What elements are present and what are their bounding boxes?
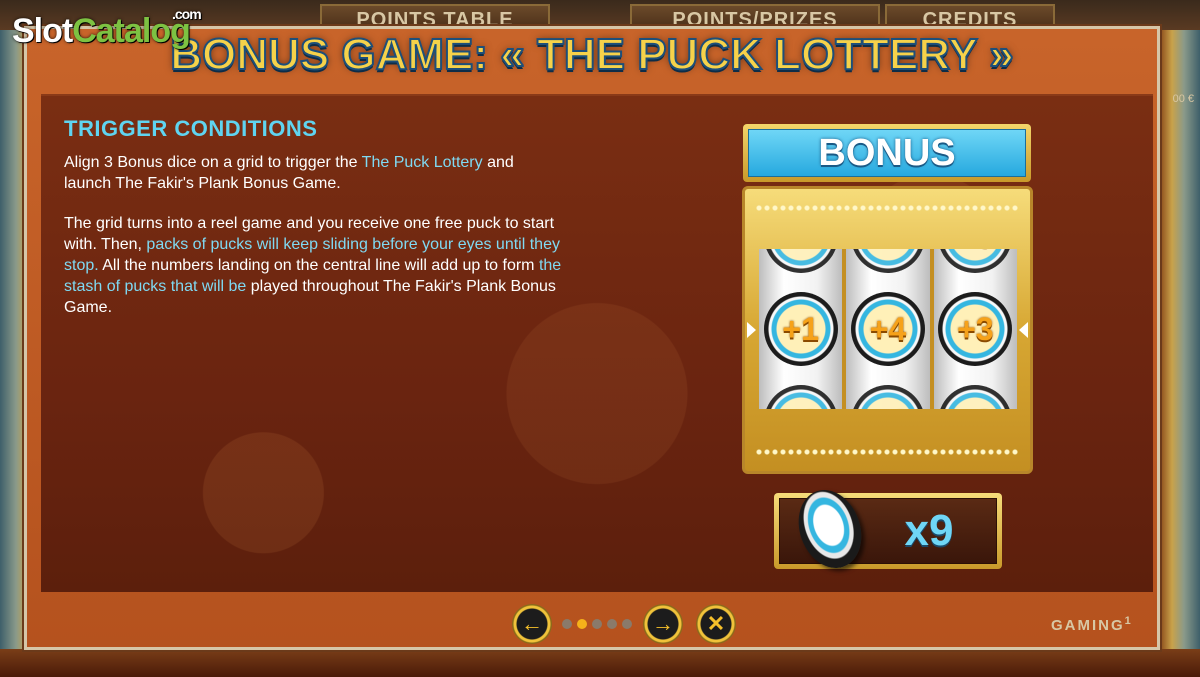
paragraph-text: Align 3 Bonus dice on a grid to trigger … xyxy=(64,154,362,171)
reel-window: +1 +1 +1 +4 +4 +4 +3 +3 +3 xyxy=(759,249,1017,409)
brand-name: GAMING xyxy=(1051,617,1125,634)
next-page-button[interactable]: → xyxy=(643,604,683,644)
paragraph-highlight: The Puck Lottery xyxy=(361,154,483,171)
previous-page-button[interactable]: ← xyxy=(512,604,552,644)
game-bottom-bar xyxy=(0,649,1200,677)
credits-value: 00 € xyxy=(1172,93,1194,105)
puck-symbol: +3 xyxy=(938,385,1013,409)
reel-column: +1 +1 +1 xyxy=(759,249,843,409)
puck-symbol: +1 xyxy=(763,385,838,409)
reel-frame-lights-top xyxy=(755,203,1020,213)
brand-superscript: 1 xyxy=(1124,615,1131,627)
page-dot[interactable] xyxy=(592,619,602,629)
trigger-paragraph: Align 3 Bonus dice on a grid to trigger … xyxy=(64,152,564,194)
puck-symbol: +1 xyxy=(763,292,838,366)
paragraph-text: All the numbers landing on the central l… xyxy=(98,257,539,274)
puck-count-value: x9 xyxy=(904,506,954,555)
watermark-domain: .com xyxy=(172,6,202,22)
watermark-text-slot: Slot xyxy=(12,12,73,50)
popup-title: BONUS GAME: « THE PUCK LOTTERY » xyxy=(169,29,1014,80)
puck-symbol: +1 xyxy=(763,249,838,273)
section-title: TRIGGER CONDITIONS xyxy=(64,116,318,141)
page-indicator xyxy=(562,619,632,629)
payline-left-arrow-icon xyxy=(747,322,756,338)
page-dot[interactable] xyxy=(607,619,617,629)
close-button[interactable]: ✕ xyxy=(696,604,736,644)
puck-symbol: +4 xyxy=(850,292,925,366)
bonus-reel-machine: +1 +1 +1 +4 +4 +4 +3 +3 +3 xyxy=(742,186,1033,474)
reel-game-paragraph: The grid turns into a reel game and you … xyxy=(64,213,564,318)
bonus-banner-label: BONUS xyxy=(748,129,1026,177)
bonus-banner: BONUS xyxy=(743,124,1031,182)
puck-symbol: +3 xyxy=(938,292,1013,366)
page-dot[interactable] xyxy=(622,619,632,629)
puck-symbol: +4 xyxy=(850,385,925,409)
page-dot-active[interactable] xyxy=(577,619,587,629)
puck-symbol: +3 xyxy=(938,249,1013,273)
reel-column: +4 +4 +4 xyxy=(846,249,930,409)
page-dot[interactable] xyxy=(562,619,572,629)
puck-symbol: +4 xyxy=(850,249,925,273)
gaming1-logo: GAMING1 xyxy=(1051,615,1131,634)
slotcatalog-watermark: SlotCatalog .com xyxy=(12,6,202,51)
payline-right-arrow-icon xyxy=(1019,322,1028,338)
game-right-panel xyxy=(1160,30,1200,677)
reel-frame-lights-bottom xyxy=(755,447,1020,457)
reel-column: +3 +3 +3 xyxy=(933,249,1017,409)
